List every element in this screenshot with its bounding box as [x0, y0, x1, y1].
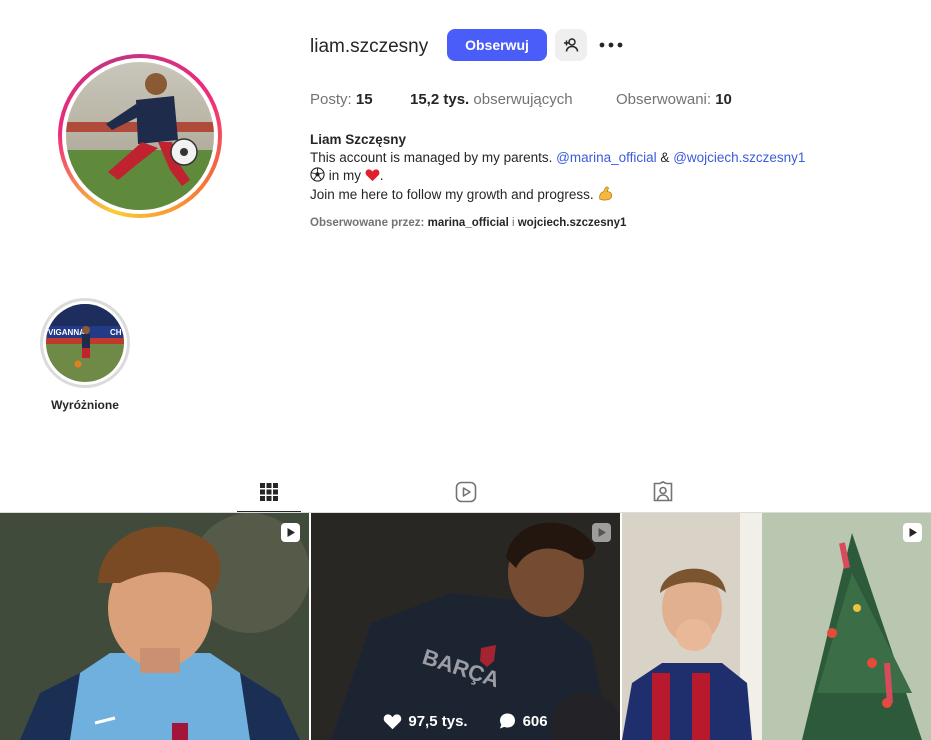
soccer-ball-icon: [310, 167, 325, 182]
post-tile-1[interactable]: [0, 513, 309, 740]
posts-value: 15: [355, 91, 373, 108]
followers-value: 15,2 tys.: [410, 91, 470, 108]
post-tile-2[interactable]: BARÇA 97,5 tys. 606: [311, 513, 620, 740]
posts-label: Posty:: [310, 91, 352, 108]
profile-avatar[interactable]: [58, 54, 222, 218]
comments-value: 606: [522, 712, 548, 730]
bio-text-in-my: in my: [328, 168, 362, 183]
more-options-button[interactable]: [597, 29, 625, 61]
highlight-cover: VIGANNAT CH: [46, 304, 124, 382]
followed-by-prefix: Obserwowane przez:: [310, 217, 425, 229]
profile-bio: Liam Szczęsny This account is managed by…: [310, 131, 870, 204]
following-count[interactable]: Obserwowani: 10: [616, 91, 732, 108]
comments-count: 606: [498, 712, 548, 730]
bio-text-managed: This account is managed by my parents.: [310, 150, 553, 165]
reel-badge: [281, 523, 300, 542]
heart-icon: [384, 713, 402, 729]
highlight-label: Wyróżnione: [51, 398, 119, 412]
post-hover-stats: 97,5 tys. 606: [311, 712, 620, 730]
reel-badge: [903, 523, 922, 542]
tab-posts[interactable]: [237, 472, 301, 513]
avatar-photo: [66, 62, 214, 210]
follow-button[interactable]: Obserwuj: [447, 29, 547, 61]
likes-count: 97,5 tys.: [383, 712, 468, 730]
svg-text:CH: CH: [110, 328, 122, 337]
post-photo: [622, 513, 931, 740]
comment-icon: [499, 713, 515, 729]
followed-by-joiner: i: [511, 217, 515, 229]
followed-by-account-marina[interactable]: marina_official: [428, 217, 509, 229]
bio-text-growth: Join me here to follow my growth and pro…: [310, 187, 594, 202]
mention-link-marina[interactable]: @marina_official: [556, 150, 657, 165]
tab-tagged[interactable]: [631, 472, 695, 512]
flexed-biceps-icon: [599, 186, 613, 201]
full-name: Liam Szczęsny: [310, 132, 407, 147]
grid-icon: [260, 482, 278, 501]
followed-by-account-wojciech[interactable]: wojciech.szczesny1: [518, 217, 627, 229]
highlight-item[interactable]: VIGANNAT CH: [40, 298, 130, 388]
bio-line-3: Join me here to follow my growth and pro…: [310, 185, 870, 204]
followers-count[interactable]: 15,2 tys. obserwujących: [410, 91, 573, 108]
following-value: 10: [715, 91, 732, 108]
bio-text-period: .: [379, 168, 384, 183]
reel-icon: [598, 528, 606, 537]
following-label: Obserwowani:: [616, 91, 712, 108]
mention-link-wojciech[interactable]: @wojciech.szczesny1: [673, 150, 805, 165]
profile-username: liam.szczesny: [310, 36, 429, 57]
post-photo: BARÇA: [311, 513, 620, 740]
more-icon: [599, 42, 623, 48]
followed-by-line: Obserwowane przez: marina_official i woj…: [310, 217, 626, 229]
post-photo: [0, 513, 309, 740]
red-heart-icon: [365, 169, 380, 182]
reel-icon: [909, 528, 917, 537]
posts-count: Posty: 15: [310, 91, 373, 108]
add-person-icon: [564, 38, 579, 52]
reel-icon: [287, 528, 295, 537]
bio-line-2: in my .: [310, 167, 870, 185]
avatar-frame: [62, 58, 218, 214]
tagged-icon: [653, 481, 673, 502]
bio-ampersand: &: [660, 150, 670, 165]
bio-line-1: This account is managed by my parents. @…: [310, 149, 870, 167]
reels-icon: [455, 481, 477, 503]
likes-value: 97,5 tys.: [408, 712, 468, 730]
suggested-accounts-button[interactable]: [555, 29, 587, 61]
tab-reels[interactable]: [434, 472, 498, 512]
followers-label: obserwujących: [473, 91, 573, 108]
reel-badge: [592, 523, 611, 542]
post-tile-3[interactable]: [622, 513, 931, 740]
